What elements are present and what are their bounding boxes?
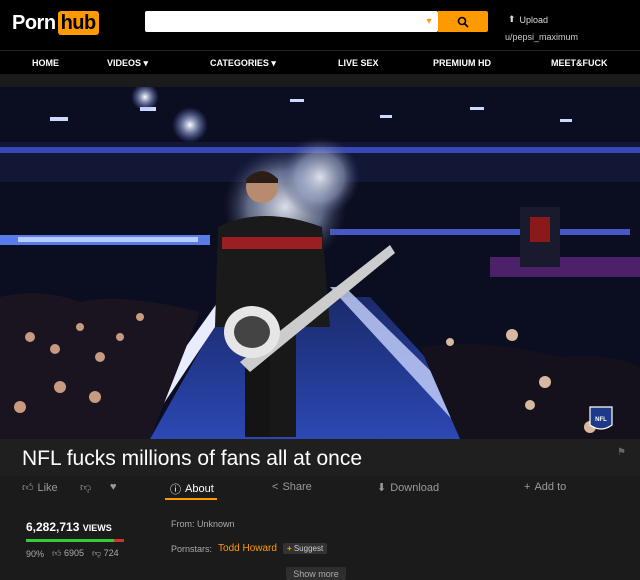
view-count-label: VIEWS [82, 523, 112, 533]
share-label: Share [282, 481, 312, 493]
title-bar: NFL fucks millions of fans all at once ⚑ [0, 439, 640, 476]
video-title: NFL fucks millions of fans all at once [22, 447, 363, 470]
plus-icon: + [524, 481, 531, 493]
suggest-label: Suggest [293, 544, 324, 553]
video-frame: NFL [0, 87, 640, 439]
suggest-button[interactable]: + Suggest [282, 543, 328, 554]
site-header: Porn hub ▾ ⬆ Upload u/pepsi_maximum [0, 0, 640, 50]
dislikes-count: 724 [103, 548, 119, 558]
from-value: Unknown [197, 519, 235, 529]
view-count: 6,282,713 VIEWS [26, 520, 112, 534]
rating-row: 90% 👍︎ 6905 👎︎ 724 [26, 548, 119, 559]
nfl-badge-text: NFL [595, 417, 607, 423]
show-more-button[interactable]: Show more [286, 567, 346, 580]
upload-icon: ⬆ [508, 14, 516, 24]
thumbs-up-icon: 👍︎ [22, 482, 34, 494]
add-to-label: Add to [534, 481, 567, 493]
rating-percent: 90% [26, 548, 45, 559]
view-count-number: 6,282,713 [26, 520, 80, 534]
video-actions: 👍︎ Like 👎︎ ♥ ⓘ About < Share ⬇ Download … [0, 476, 640, 500]
likes-count: 6905 [63, 548, 84, 558]
search-input[interactable] [145, 11, 438, 32]
download-label: Download [390, 481, 440, 494]
pornstars-label: Pornstars: [171, 543, 213, 554]
favorite-button[interactable]: ♥ [110, 481, 117, 493]
nav-meet-fuck[interactable]: MEET&FUCK [551, 58, 608, 68]
rating-bar-fill [26, 539, 115, 542]
upload-label: Upload [519, 14, 549, 25]
share-icon: < [272, 481, 279, 493]
likes-count-group: 👍︎ 6905 [52, 548, 84, 559]
thumbs-down-icon: 👎︎ [80, 482, 92, 494]
nav-home[interactable]: HOME [32, 58, 59, 68]
from-row: From: Unknown [171, 519, 235, 529]
nav-videos[interactable]: VIDEOS ▾ [107, 58, 148, 69]
like-label: Like [37, 481, 58, 494]
nav-live-sex[interactable]: LIVE SEX [338, 58, 379, 68]
thumbs-up-small-icon: 👍︎ [52, 548, 62, 558]
flag-icon[interactable]: ⚑ [617, 447, 626, 458]
dislike-button[interactable]: 👎︎ [80, 481, 91, 494]
video-player[interactable]: NFL [0, 87, 640, 439]
thumbs-down-small-icon: 👎︎ [91, 548, 102, 558]
heart-icon: ♥ [110, 481, 117, 493]
plus-icon: + [286, 544, 292, 553]
username-link[interactable]: u/pepsi_maximum [505, 32, 578, 42]
tab-about[interactable]: ⓘ About [170, 481, 214, 497]
info-icon: ⓘ [170, 484, 181, 496]
video-info: 6,282,713 VIEWS 90% 👍︎ 6905 👎︎ 724 From:… [0, 500, 640, 580]
dislikes-count-group: 👎︎ 724 [92, 548, 119, 559]
search-dropdown-icon[interactable]: ▾ [420, 11, 438, 32]
rating-bar [26, 539, 124, 542]
about-label: About [185, 483, 214, 495]
download-button[interactable]: ⬇ Download [377, 481, 440, 495]
from-label: From: [171, 519, 195, 529]
pornstar-link[interactable]: Todd Howard [218, 543, 277, 554]
site-logo[interactable]: Porn hub [12, 11, 99, 35]
like-button[interactable]: 👍︎ Like [22, 481, 58, 495]
search-icon [457, 16, 469, 28]
share-button[interactable]: < Share [272, 481, 312, 493]
nav-premium-hd[interactable]: PREMIUM HD [433, 58, 491, 68]
nav-categories[interactable]: CATEGORIES ▾ [210, 58, 276, 69]
add-to-button[interactable]: + Add to [524, 481, 566, 493]
logo-text-part1: Porn [12, 11, 56, 34]
main-nav: HOME VIDEOS ▾ CATEGORIES ▾ LIVE SEX PREM… [0, 50, 640, 74]
download-icon: ⬇ [377, 482, 387, 494]
pornstars-row: Pornstars: Todd Howard + Suggest [171, 543, 328, 554]
upload-button[interactable]: ⬆ Upload [508, 14, 548, 25]
logo-text-part2: hub [57, 11, 99, 35]
search-button[interactable] [438, 11, 488, 32]
